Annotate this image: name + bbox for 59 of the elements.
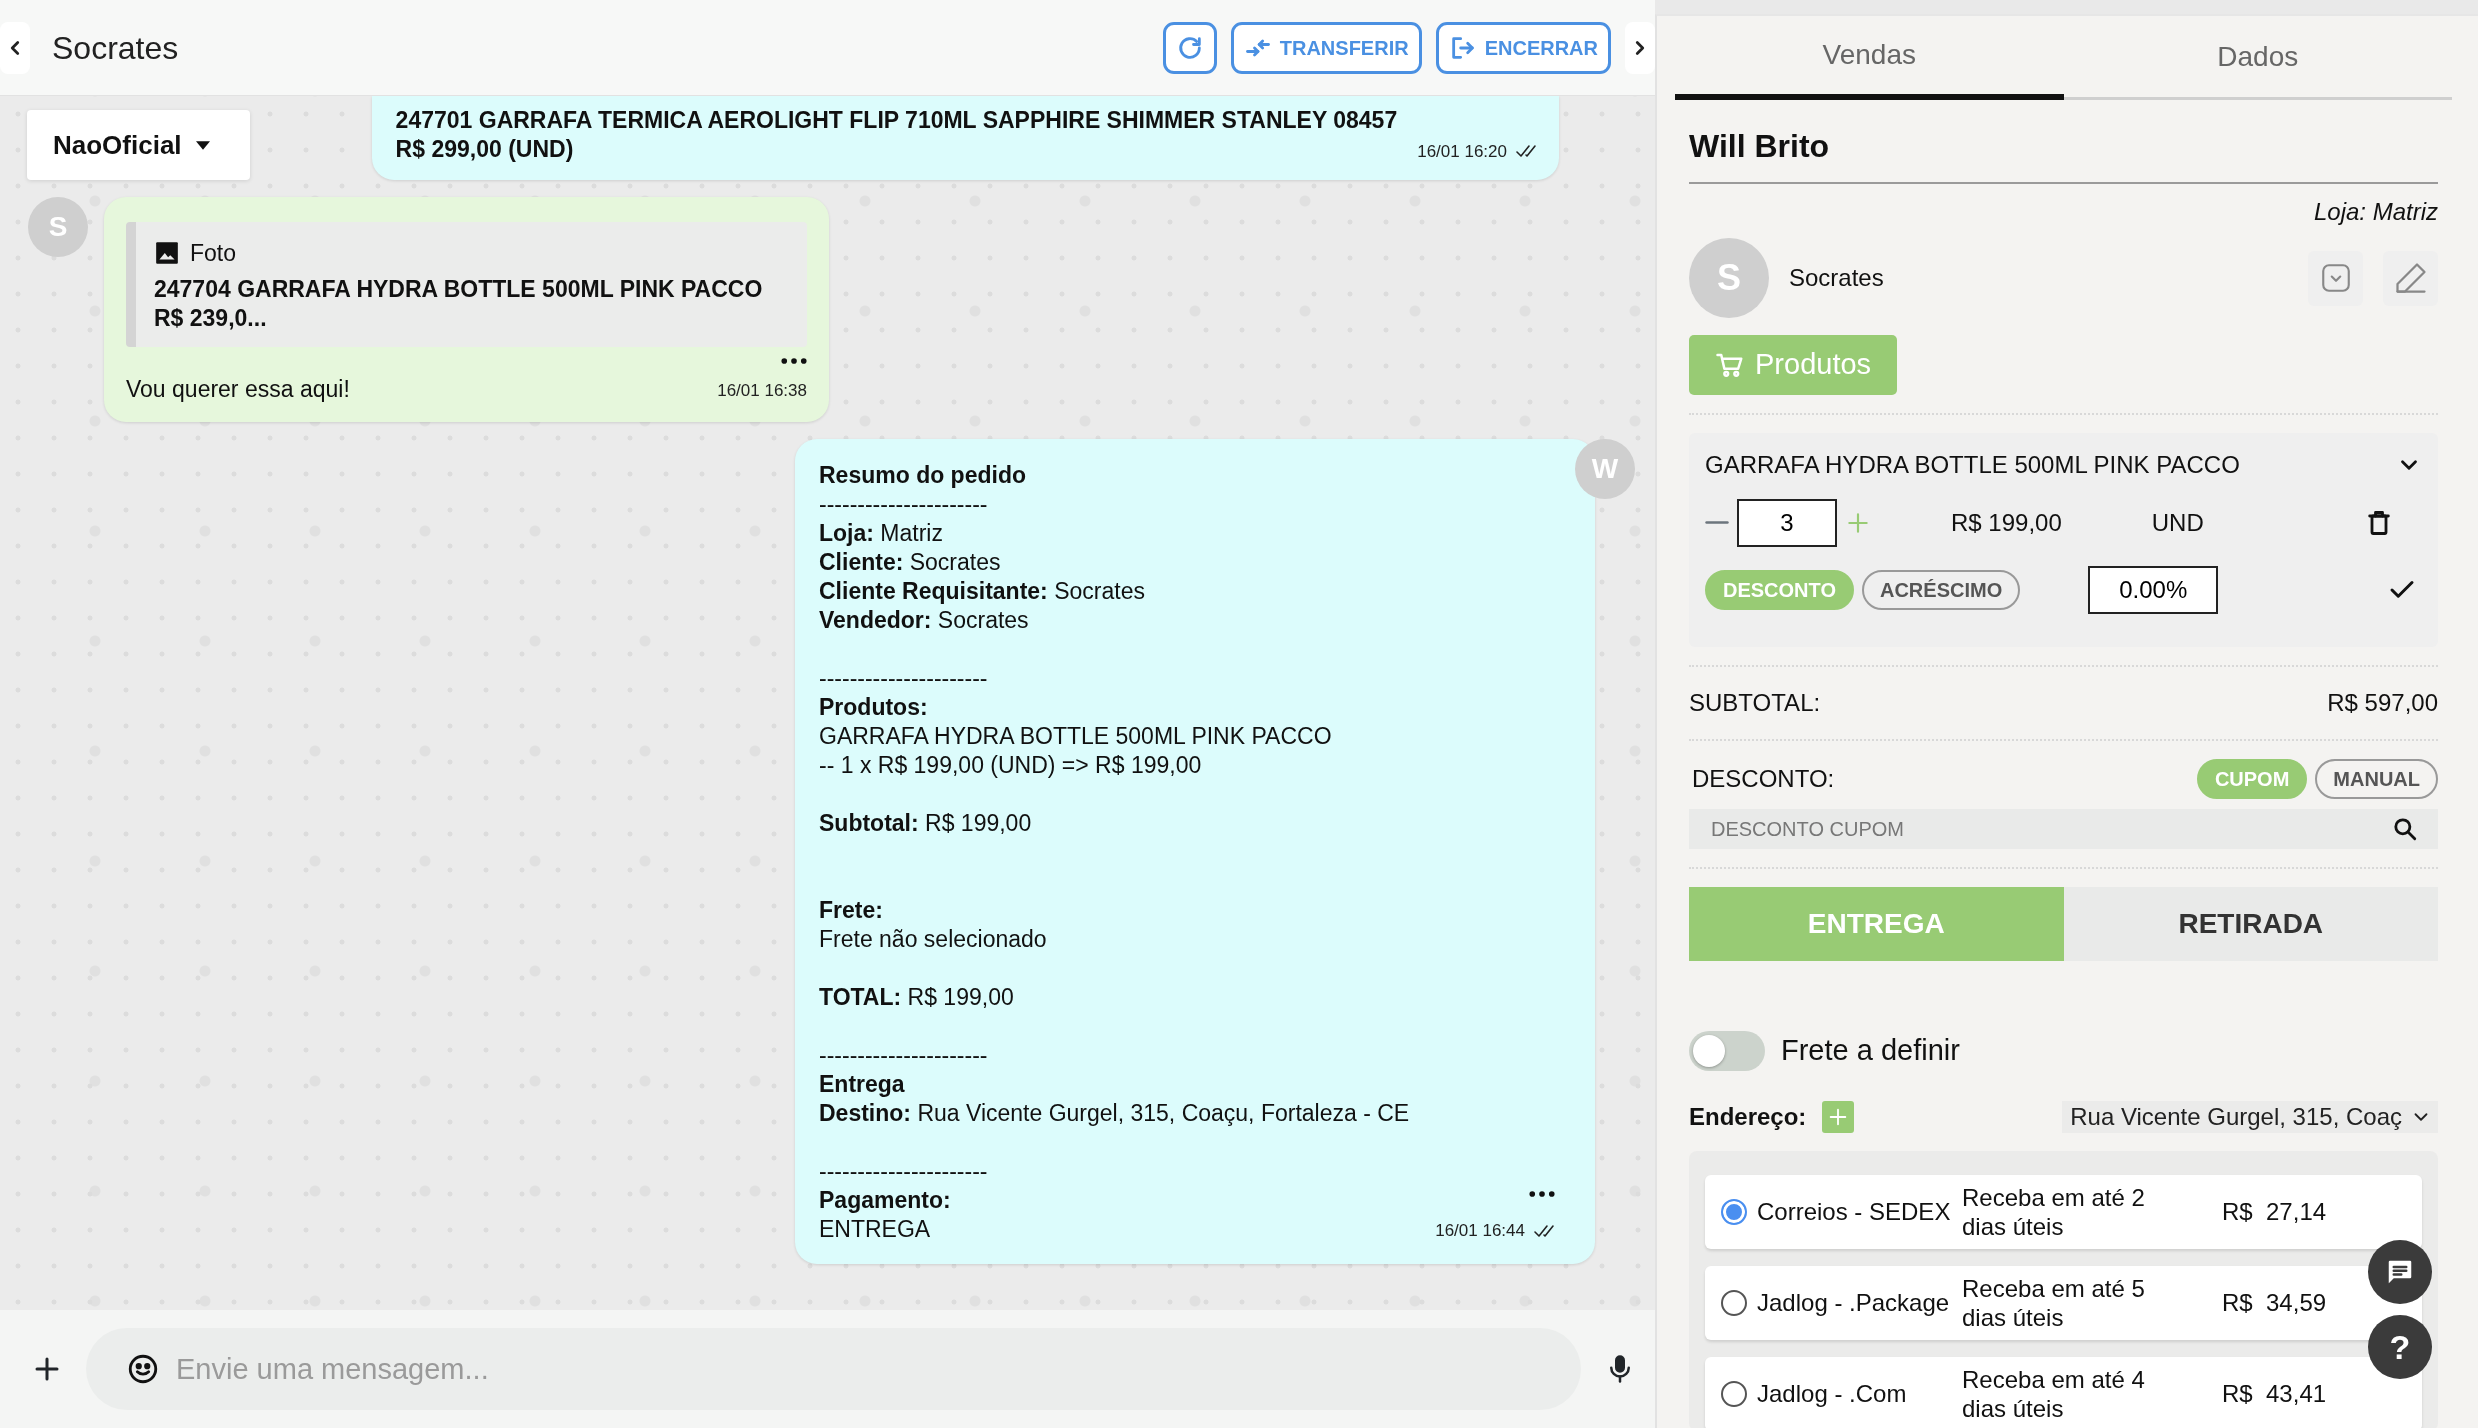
quote-label: Foto [190, 239, 237, 268]
emoji-icon[interactable] [126, 1352, 160, 1386]
tab[interactable]: Dados [2063, 16, 2452, 100]
edit-button[interactable] [2383, 250, 2438, 306]
message-input[interactable]: Envie uma mensagem... [86, 1328, 1581, 1410]
carrier-name: Correios - SEDEX [1757, 1196, 1952, 1227]
shipping-price: R$ 27,14 [2222, 1196, 2327, 1227]
more-icon[interactable] [1529, 1190, 1555, 1198]
refresh-button[interactable] [1162, 21, 1217, 74]
chat-title: Socrates [52, 28, 179, 68]
caret-down-icon [195, 140, 210, 150]
image-icon [154, 240, 180, 267]
quantity-field[interactable]: 3 [1737, 498, 1837, 547]
address-dropdown[interactable]: Rua Vicente Gurgel, 315, Coaç [2062, 1100, 2438, 1133]
delivery-mode-tab[interactable]: RETIRADA [2063, 887, 2438, 961]
store-label: Loja: Matriz [2312, 197, 2438, 227]
toggle-label: Frete a definir [1781, 1033, 1960, 1068]
discount-label: DESCONTO: [1692, 764, 1835, 794]
product-name: GARRAFA HYDRA BOTTLE 500ML PINK PACCO [1705, 450, 2240, 480]
coupon-input[interactable]: DESCONTO CUPOM [1689, 809, 2438, 849]
discount-mode-toggle[interactable]: MANUAL [2315, 759, 2438, 799]
subtotal-value: R$ 597,00 [2327, 688, 2438, 718]
message-time: 16/01 16:20 [1417, 140, 1507, 163]
adjustment-toggle[interactable]: ACRÉSCIMO [1862, 569, 2021, 610]
shipping-price: R$ 34,59 [2222, 1287, 2327, 1318]
radio-button[interactable] [1721, 1289, 1747, 1316]
subtotal-label: SUBTOTAL: [1689, 688, 1821, 718]
collapse-button[interactable] [0, 21, 30, 74]
tab[interactable]: Vendas [1675, 16, 2064, 100]
double-check-icon [1533, 1223, 1555, 1238]
shipping-price: R$ 43,41 [2222, 1378, 2327, 1409]
radio-button[interactable] [1721, 1380, 1747, 1407]
message-text: Vou querer essa aqui! [126, 374, 350, 404]
percentage-field[interactable]: 0.00% [2088, 565, 2219, 614]
double-check-icon [1515, 144, 1537, 159]
coupon-field[interactable]: DESCONTO CUPOM [1709, 811, 2392, 847]
message-time: 16/01 16:38 [717, 380, 807, 402]
radio-button[interactable] [1721, 1198, 1747, 1225]
customer-name: Will Brito [1689, 122, 2438, 184]
delivery-estimate: Receba em até 2 dias úteis [1962, 1182, 2146, 1241]
carrier-name: Jadlog - .Package [1757, 1287, 1951, 1318]
quote-text: 247704 GARRAFA HYDRA BOTTLE 500ML PINK PACCO R$ 239,0... [154, 274, 764, 333]
unit-label: UND [2151, 507, 2204, 538]
message-text: Resumo do pedido ---------------------- Loja: Matriz Cliente: Socrates Cliente Requisitante: Socrates Vendedor: Socrates ---------------------- Produtos: GARRAFA HYDRA BOTTLE 500ML PINK PACCO -- 1 x R$ 199,00 (UND) => R$ 199,00 Subtotal: R$ 199,00 Frete: Frete não selecionado TOTAL: R$ 199,00 ---------------------- Entrega Destino: Rua Vicente Gurgel, 315, Coaçu, Fortaleza - CE ---------------------- Pagamento: ENTREGA [819, 460, 1411, 1244]
more-icon[interactable] [781, 356, 807, 365]
address-label: Endereço: [1689, 1101, 1807, 1132]
minus-icon [1705, 521, 1729, 524]
contact-name: Socrates [1789, 263, 1885, 293]
message-time: 16/01 16:44 [1435, 1220, 1525, 1242]
channel-dropdown[interactable]: NaoOficial [27, 110, 250, 180]
delivery-estimate: Receba em até 4 dias úteis [1962, 1364, 2146, 1423]
toggle-switch[interactable] [1689, 1030, 1765, 1071]
search-icon[interactable] [2392, 816, 2418, 842]
message-text: 247701 GARRAFA TERMICA AEROLIGHT FLIP 710ML SAPPHIRE SHIMMER STANLEY 08457 R$ 299,00 (UND) [395, 106, 1398, 164]
decrease-button[interactable] [1705, 521, 1729, 524]
delivery-estimate: Receba em até 5 dias úteis [1962, 1273, 2146, 1332]
unit-price: R$ 199,00 [1951, 507, 2062, 538]
carrier-name: Jadlog - .Com [1757, 1378, 1908, 1409]
expand-button[interactable] [1625, 21, 1655, 74]
